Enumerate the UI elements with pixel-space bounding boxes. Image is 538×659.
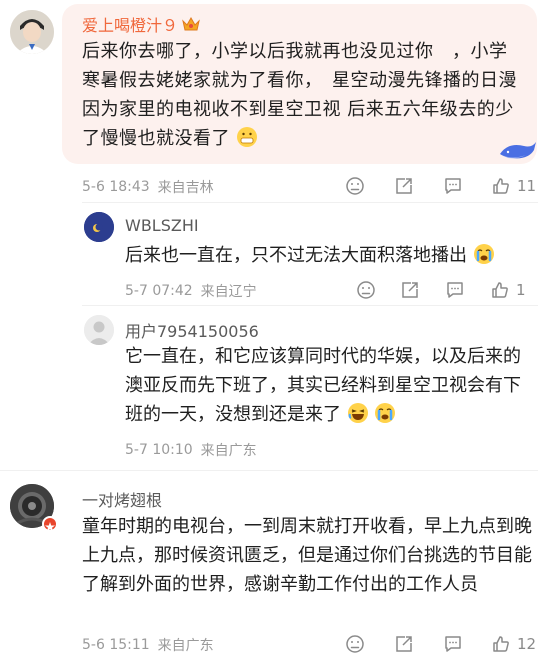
whale-icon [498, 138, 538, 162]
like-count: 12 [517, 635, 537, 653]
crying-emoji-icon [473, 243, 495, 265]
thumbs-up-icon[interactable] [491, 634, 511, 654]
thumbs-up-icon[interactable] [491, 176, 511, 196]
verified-badge-icon [42, 516, 58, 532]
divider [82, 202, 538, 203]
divider [82, 305, 538, 306]
username[interactable]: WBLSZHI [125, 216, 199, 235]
comment-icon[interactable] [445, 280, 465, 300]
reply-item: 用户7954150056 它一直在，和它应该算同时代的华娱，以及后来的澳亚反而先… [0, 310, 538, 468]
grimace-emoji-icon [236, 126, 258, 148]
username[interactable]: 爱上喝橙汁９ [82, 12, 178, 36]
sad-face-icon[interactable] [345, 176, 365, 196]
username[interactable]: 一对烤翅根 [82, 487, 162, 511]
share-icon[interactable] [394, 634, 414, 654]
comment-time: 5-7 10:10 [125, 442, 193, 458]
comment-time: 5-6 18:43 [82, 179, 150, 195]
comment-icon[interactable] [443, 634, 463, 654]
avatar[interactable] [84, 212, 114, 242]
sad-face-icon[interactable] [345, 634, 365, 654]
comment-item: 爱上喝橙汁９ 后来你去哪了，小学以后我就再也没见过你 ，小学寒暑假去姥姥家就为了… [0, 0, 538, 200]
thumbs-up-icon[interactable] [490, 280, 510, 300]
share-icon[interactable] [394, 176, 414, 196]
share-icon[interactable] [400, 280, 420, 300]
reply-item: WBLSZHI 后来也一直在，只不过无法大面积落地播出 5-7 07:42 来自… [0, 205, 538, 305]
sad-face-icon[interactable] [356, 280, 376, 300]
comment-location: 来自吉林 [157, 180, 214, 196]
comment-icon[interactable] [443, 176, 463, 196]
avatar[interactable] [84, 315, 114, 345]
like-count: 1 [516, 281, 526, 299]
comment-time: 5-7 07:42 [125, 283, 193, 299]
username[interactable]: 用户7954150056 [125, 318, 259, 342]
crying-emoji-icon [374, 402, 396, 424]
comment-time: 5-6 15:11 [82, 637, 150, 653]
avatar[interactable] [10, 10, 54, 54]
like-count: 11 [517, 177, 537, 195]
comment-location: 来自广东 [200, 443, 257, 459]
comment-text: 它一直在，和它应该算同时代的华娱，以及后来的澳亚反而先下班了，其实已经料到星空卫… [125, 346, 521, 425]
crown-icon [182, 16, 200, 32]
comment-text: 后来你去哪了，小学以后我就再也没见过你 ，小学寒暑假去姥姥家就为了看你， 星空动… [82, 41, 517, 149]
comment-location: 来自广东 [157, 638, 214, 654]
comment-location: 来自辽宁 [200, 284, 257, 300]
comment-text: 童年时期的电视台，一到周末就打开收看，早上九点到晚上九点，那时候资讯匮乏，但是通… [82, 516, 532, 595]
comment-item: 一对烤翅根 童年时期的电视台，一到周末就打开收看，早上九点到晚上九点，那时候资讯… [0, 472, 538, 659]
divider [0, 470, 538, 471]
laughing-emoji-icon [347, 402, 369, 424]
comment-text: 后来也一直在，只不过无法大面积落地播出 [125, 241, 525, 270]
